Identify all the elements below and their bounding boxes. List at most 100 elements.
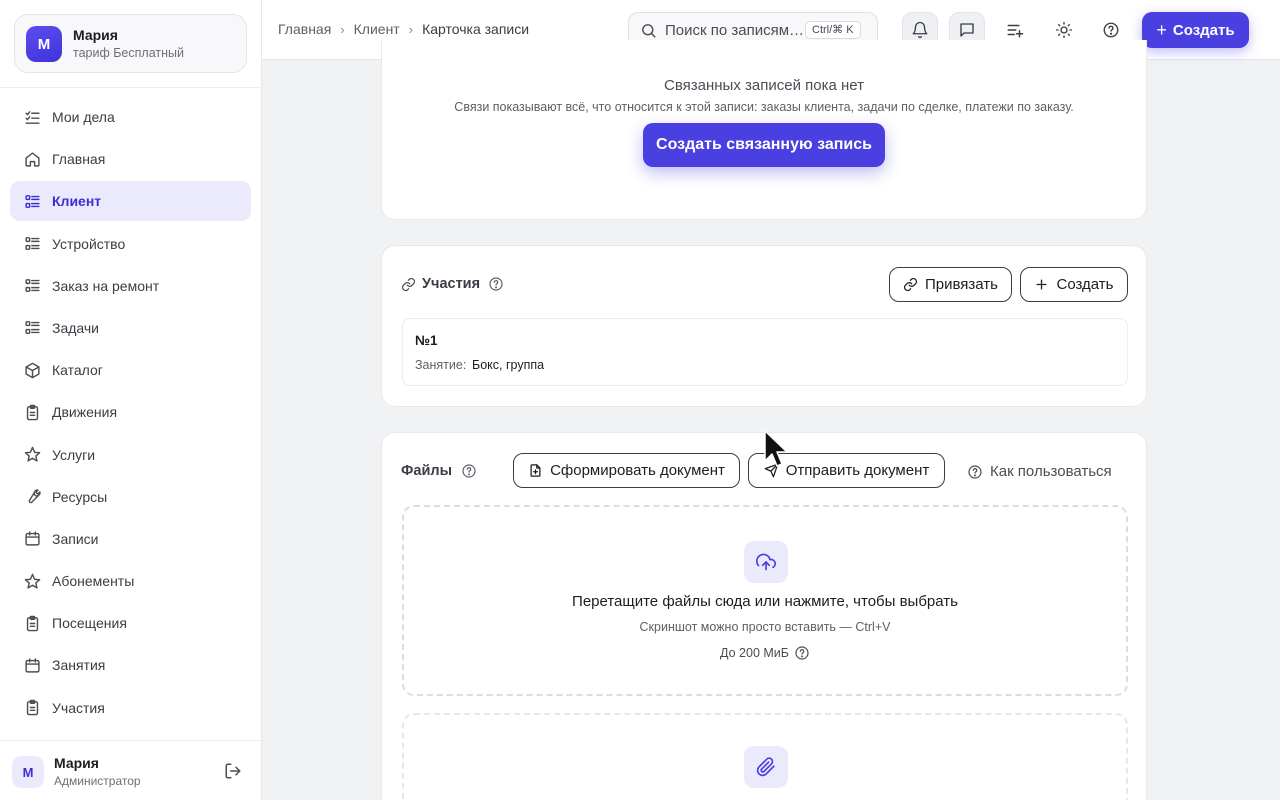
list-add-icon [1007,24,1024,38]
link-icon [903,277,917,292]
star-icon [23,572,41,590]
related-empty-title: Связанных записей пока нет [664,77,864,94]
chevron-right-icon: › [408,21,414,37]
sidebar-item[interactable]: Занятия [10,645,251,685]
help-circle-icon [1103,22,1119,38]
sidebar-item-label: Задачи [52,319,100,336]
sidebar-item[interactable]: Движения [10,392,251,432]
files-card: Файлы Сформировать документ Отправить до… [381,432,1147,800]
sidebar-item-label: Занятия [52,657,106,674]
create-button[interactable]: + Создать [1142,12,1249,48]
help-circle-icon[interactable] [488,276,504,292]
dropzone-hint: Скриншот можно просто вставить — Ctrl+V [639,620,891,634]
clipboard-icon [23,699,41,717]
sidebar-item[interactable]: Клиент [10,181,251,222]
create-related-record-button[interactable]: Создать связанную запись [643,123,885,167]
sidebar-item[interactable]: Посещения [10,603,251,643]
create-button-label: Создать [1172,21,1235,39]
sidebar-item[interactable]: Заказ на ремонт [10,266,251,306]
paperclip-icon [744,746,788,788]
sidebar-item[interactable]: Ресурсы [10,477,251,517]
attachment-dropzone[interactable] [402,713,1128,800]
sidebar-item-label: Абонементы [52,573,135,590]
link-participation-button[interactable]: Привязать [889,267,1012,302]
account-name: Мария [73,27,118,43]
create-participation-button[interactable]: Создать [1020,267,1128,302]
sidebar-item[interactable]: Абонементы [10,561,251,601]
document-plus-icon [530,464,541,477]
record-number: №1 [415,333,438,348]
search-placeholder: Поиск по записям… [665,22,805,39]
file-size-limit: До 200 МиБ [720,646,789,660]
list-icon [23,319,41,337]
list-icon [23,277,41,295]
user-role: Администратор [54,774,141,788]
related-records-card: Связанных записей пока нет Связи показыв… [381,40,1147,220]
list-icon [23,192,41,210]
participation-record[interactable]: №1 Занятие: Бокс, группа [402,318,1128,386]
dropzone-title: Перетащите файлы сюда или нажмите, чтобы… [572,593,958,610]
sidebar-item-label: Заказ на ремонт [52,277,160,294]
bell-icon [912,21,928,39]
breadcrumb-client[interactable]: Клиент [354,21,400,37]
sidebar-item[interactable]: Главная [10,139,251,179]
logout-icon[interactable] [224,762,242,780]
user-name: Мария [54,755,99,771]
file-dropzone[interactable]: Перетащите файлы сюда или нажмите, чтобы… [402,505,1128,696]
plus-icon [1036,279,1047,290]
sidebar-item[interactable]: Каталог [10,350,251,390]
breadcrumb-home[interactable]: Главная [278,21,331,37]
record-field-label: Занятие: [415,358,467,372]
help-circle-icon [968,464,982,479]
generate-document-button[interactable]: Сформировать документ [513,453,740,488]
participation-header: Участия [401,276,504,292]
calendar-icon [23,656,41,674]
sidebar-item-label: Главная [52,151,106,168]
sidebar-item[interactable]: Мои дела [10,97,251,137]
related-empty-description: Связи показывают всё, что относится к эт… [454,100,1074,114]
sidebar-item-label: Записи [52,530,99,547]
help-circle-icon[interactable] [794,645,810,661]
sidebar-item[interactable]: Услуги [10,435,251,475]
files-header: Файлы [401,463,477,479]
sidebar-nav: Мои дела Главная Клиент Устройство Заказ на … [10,97,251,730]
upload-cloud-icon [744,541,788,583]
sidebar-item-label: Движения [52,404,118,421]
create-participation-label: Создать [1056,276,1114,293]
star-icon [23,446,41,464]
sun-icon [1055,21,1073,39]
calendar-icon [23,530,41,548]
sidebar-item-label: Участия [52,699,105,716]
help-circle-icon[interactable] [461,463,477,479]
files-title: Файлы [401,463,452,479]
sidebar-item-label: Каталог [52,362,103,379]
send-document-label: Отправить документ [785,462,930,479]
sidebar-item-label: Ресурсы [52,488,108,505]
link-button-label: Привязать [924,276,998,293]
sidebar-item[interactable]: Записи [10,519,251,559]
account-avatar: М [26,26,62,62]
how-to-use-link[interactable]: Как пользоваться [967,463,1112,480]
sidebar-item[interactable]: Задачи [10,308,251,348]
link-icon [401,277,416,291]
search-shortcut: Ctrl/⌘ K [805,21,861,39]
how-to-use-label: Как пользоваться [990,463,1112,480]
dropzone-limit: До 200 МиБ [404,645,1126,661]
wrench-icon [23,488,41,506]
sidebar-item[interactable]: Участия [10,688,251,728]
participation-title: Участия [422,276,481,292]
participation-card: Участия Привязать Создать №1 Занятие: Бо… [381,245,1147,407]
search-icon [642,24,656,38]
sidebar-item[interactable]: Устройство [10,224,251,264]
record-field-value: Бокс, группа [472,358,545,372]
user-avatar: М [12,756,44,788]
checklist-icon [23,108,41,126]
account-switcher[interactable]: М Мария тариф Бесплатный [14,14,247,73]
generate-document-label: Сформировать документ [550,462,725,479]
clipboard-icon [23,614,41,632]
chat-icon [960,23,974,37]
list-icon [23,235,41,253]
sidebar: М Мария тариф Бесплатный Мои дела Главная… [0,0,262,800]
box-icon [23,361,41,379]
sidebar-item-label: Устройство [52,235,126,252]
